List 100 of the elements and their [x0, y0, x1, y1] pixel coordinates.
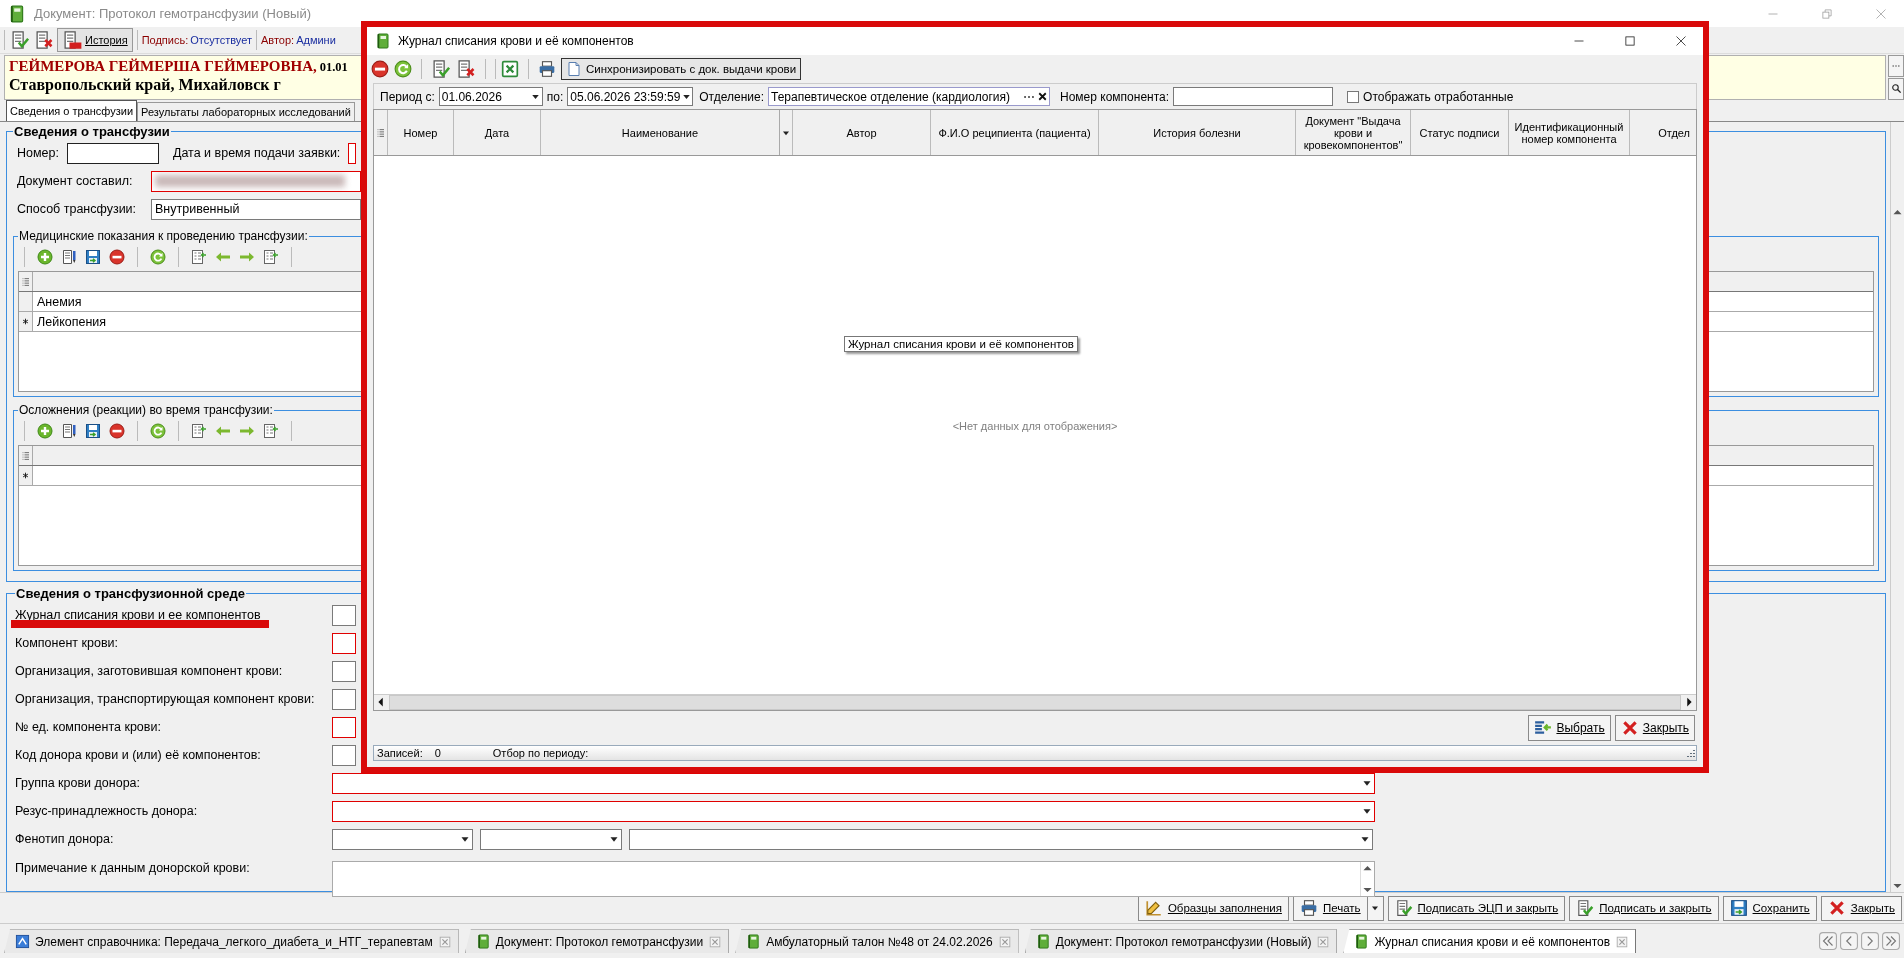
- date-field[interactable]: 05.06.2026 23:59:59: [567, 87, 694, 106]
- dropdown-field[interactable]: [332, 772, 1375, 794]
- record-count: 0: [434, 747, 441, 759]
- close-icon: [1827, 899, 1846, 918]
- delete-icon[interactable]: [109, 249, 125, 266]
- add-icon[interactable]: [37, 423, 53, 440]
- input-field[interactable]: [1173, 87, 1334, 106]
- window-tab[interactable]: Амбулаторный талон №48 от 24.02.2026: [735, 929, 1019, 954]
- delete-icon[interactable]: [371, 60, 389, 78]
- author-name: Админи: [296, 33, 336, 46]
- edit-icon[interactable]: [61, 249, 77, 266]
- column-header[interactable]: Статус подписи: [1411, 110, 1509, 155]
- column-header[interactable]: История болезни: [1099, 110, 1296, 155]
- input-field[interactable]: [332, 688, 356, 710]
- scrollbar[interactable]: [1890, 122, 1904, 893]
- more-button[interactable]: [1888, 54, 1904, 77]
- horizontal-scrollbar[interactable]: [374, 694, 1696, 710]
- cancel-signature-icon[interactable]: [34, 29, 54, 50]
- author-label: Автор:: [260, 33, 295, 46]
- list-icon[interactable]: [191, 423, 207, 440]
- previous-icon[interactable]: [1840, 932, 1858, 951]
- maximize-icon[interactable]: [1624, 35, 1636, 47]
- history-button[interactable]: История: [57, 27, 133, 52]
- new-row-icon: [21, 471, 30, 481]
- field-label: по:: [546, 89, 564, 104]
- list-icon[interactable]: [191, 249, 207, 266]
- first-icon[interactable]: [1819, 932, 1837, 951]
- sign-document-icon[interactable]: [10, 29, 30, 50]
- reference-icon: [15, 934, 30, 950]
- input-field[interactable]: Внутривенный: [151, 198, 361, 220]
- action-button[interactable]: Сохранить: [1722, 895, 1817, 921]
- checkbox[interactable]: [1347, 90, 1360, 103]
- group-title: Сведения о трансфузии: [13, 124, 171, 140]
- document-icon: [475, 934, 491, 950]
- list-icon[interactable]: [263, 423, 279, 440]
- status-label: Отбор по периоду:: [492, 747, 589, 759]
- list-icon[interactable]: [263, 249, 279, 266]
- close-icon[interactable]: [1675, 35, 1687, 47]
- add-icon[interactable]: [37, 249, 53, 266]
- refresh-icon[interactable]: [394, 60, 412, 78]
- sign-document-icon[interactable]: [431, 59, 451, 79]
- department-field[interactable]: Терапевтическое отделение (кардиология): [768, 87, 1050, 106]
- column-header[interactable]: Номер: [388, 110, 454, 155]
- print-button[interactable]: Печать: [1292, 895, 1368, 921]
- refresh-icon[interactable]: [150, 423, 166, 440]
- sign-icon: [1576, 899, 1595, 918]
- input-field[interactable]: [332, 744, 356, 766]
- tab[interactable]: Результаты лабораторных исследований: [137, 102, 355, 122]
- cancel-signature-icon[interactable]: [456, 59, 476, 79]
- search-button[interactable]: [1888, 77, 1904, 100]
- column-header[interactable]: Дата: [454, 110, 541, 155]
- window-tab[interactable]: Документ: Протокол гемотрансфузии (Новый): [1024, 929, 1338, 954]
- input-field[interactable]: [151, 170, 361, 192]
- input-field[interactable]: [332, 716, 356, 738]
- resize-grip-icon[interactable]: [1686, 748, 1696, 758]
- save-icon[interactable]: [85, 423, 101, 440]
- window-tab[interactable]: Элемент справочника: Передача_легкого_диабета_и_НТГ_терапевтам: [4, 929, 459, 954]
- signature-status: Отсутствует: [190, 33, 252, 46]
- column-header[interactable]: Идентификационный номер компонента: [1509, 110, 1630, 155]
- input-field[interactable]: [332, 660, 356, 682]
- close-button[interactable]: Закрыть: [1614, 715, 1695, 741]
- column-header[interactable]: Документ "Выдача крови и кровекомпонентов": [1296, 110, 1411, 155]
- action-button[interactable]: Образцы заполнения: [1137, 895, 1289, 921]
- dropdown-field[interactable]: [480, 828, 622, 850]
- column-header[interactable]: Отдел: [1630, 110, 1692, 155]
- column-header[interactable]: Автор: [793, 110, 931, 155]
- clear-icon[interactable]: [1036, 90, 1049, 103]
- action-button[interactable]: Закрыть: [1820, 895, 1902, 921]
- sync-button[interactable]: Синхронизировать с док. выдачи крови: [561, 58, 802, 80]
- input-field[interactable]: [66, 142, 159, 164]
- dialog-title: Журнал списания крови и её компонентов: [398, 34, 635, 48]
- edit-icon[interactable]: [61, 423, 77, 440]
- dropdown-field[interactable]: [629, 828, 1373, 850]
- select-button[interactable]: Выбрать: [1528, 715, 1611, 741]
- tab[interactable]: Сведения о трансфузии: [6, 100, 138, 122]
- column-header[interactable]: Ф.И.О реципиента (пациента): [931, 110, 1099, 155]
- column-header[interactable]: Наименование: [541, 110, 793, 155]
- action-button[interactable]: Подписать и закрыть: [1569, 895, 1719, 921]
- last-icon[interactable]: [1882, 932, 1900, 951]
- status-label: Записей:: [377, 747, 423, 759]
- input-field[interactable]: [332, 604, 356, 626]
- document-icon: [1354, 934, 1370, 950]
- dropdown-field[interactable]: [332, 828, 473, 850]
- field-label: Код донора крови и (или) её компонентов:: [15, 748, 262, 763]
- window-title: Документ: Протокол гемотрансфузии (Новый): [34, 6, 313, 21]
- window-tab[interactable]: Документ: Протокол гемотрансфузии: [464, 929, 730, 954]
- input-field[interactable]: [332, 632, 356, 654]
- dropdown-field[interactable]: [332, 800, 1375, 822]
- excel-icon[interactable]: [501, 60, 519, 78]
- document-icon: [566, 61, 582, 77]
- next-icon[interactable]: [1861, 932, 1879, 951]
- input-field[interactable]: [348, 142, 357, 164]
- window-tab[interactable]: Журнал списания крови и её компонентов: [1343, 929, 1637, 954]
- print-icon[interactable]: [538, 60, 556, 78]
- field-label: Отделение:: [699, 89, 764, 104]
- save-icon[interactable]: [85, 249, 101, 266]
- action-button[interactable]: Подписать ЭЦП и закрыть: [1387, 895, 1566, 921]
- delete-icon[interactable]: [109, 423, 125, 440]
- date-field[interactable]: 01.06.2026: [438, 87, 543, 106]
- refresh-icon[interactable]: [150, 249, 166, 266]
